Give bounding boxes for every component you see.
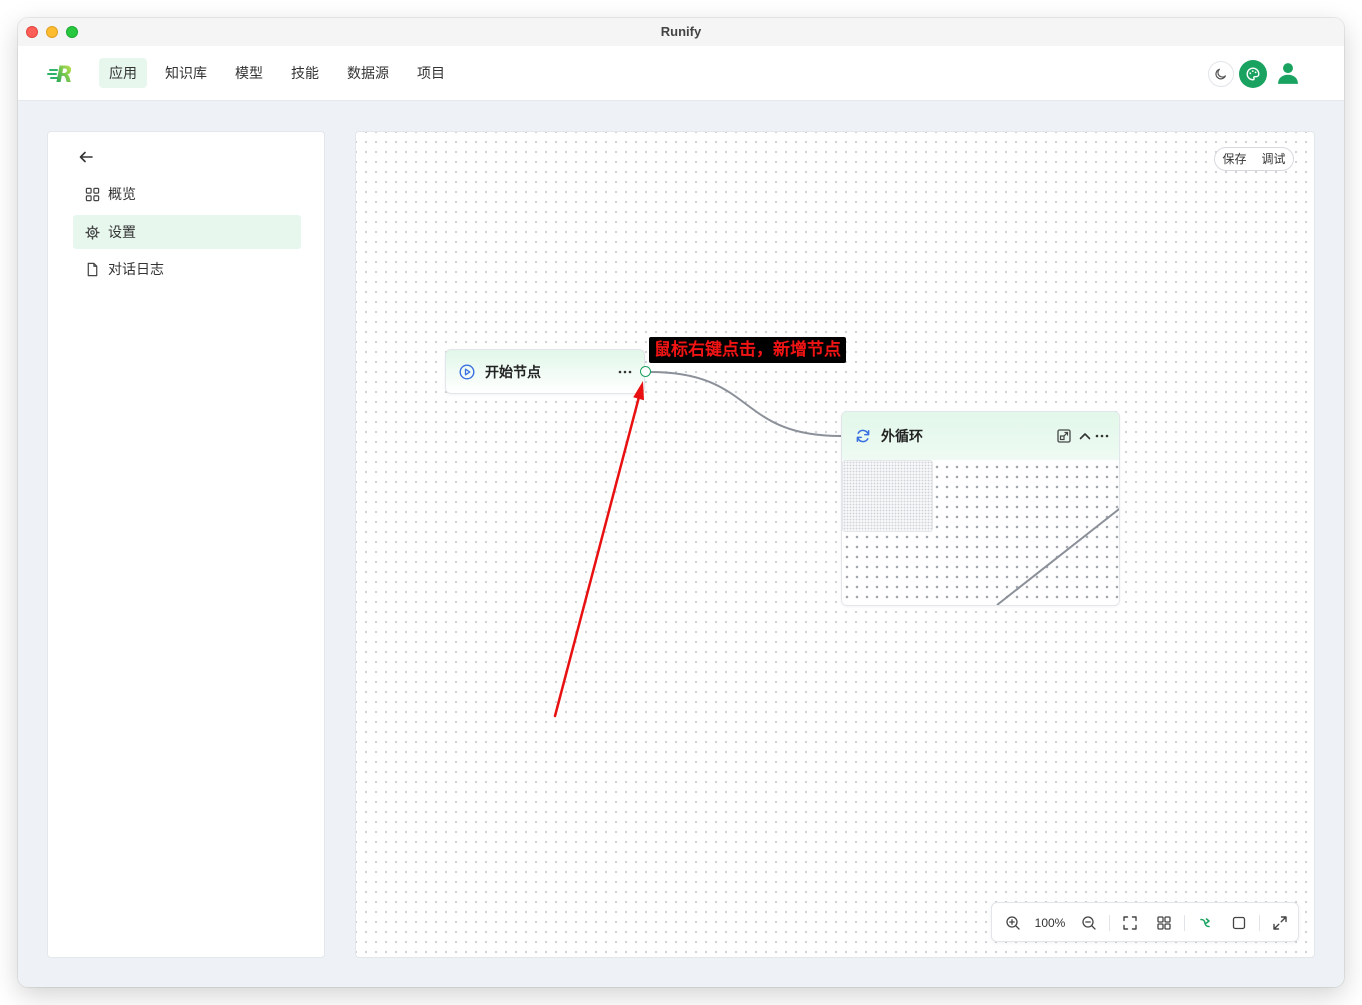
nav-item-knowledge-base[interactable]: 知识库 [155, 58, 217, 88]
arrow-left-icon [79, 151, 93, 163]
user-icon [1278, 63, 1298, 84]
sidebar-item-label: 设置 [108, 224, 136, 240]
loop-node-header[interactable]: 外循环 [842, 412, 1119, 460]
controls-divider [1259, 915, 1260, 931]
zoom-level: 100% [1034, 916, 1066, 930]
palette-icon [1246, 67, 1260, 81]
sidebar-item-settings[interactable]: 设置 [73, 215, 301, 249]
chevron-up-icon[interactable] [1077, 428, 1093, 444]
palette-button[interactable] [1239, 60, 1267, 88]
user-avatar-button[interactable] [1275, 60, 1301, 86]
sidebar-item-label: 概览 [108, 186, 136, 202]
controls-divider [1109, 915, 1110, 931]
debug-button[interactable]: 调试 [1254, 148, 1293, 170]
nav-item-projects[interactable]: 项目 [407, 58, 455, 88]
save-button[interactable]: 保存 [1215, 148, 1254, 170]
file-icon [87, 262, 98, 277]
back-button[interactable] [77, 148, 95, 166]
start-node-title: 开始节点 [485, 364, 541, 380]
canvas-controls: 100% [991, 902, 1299, 942]
start-node-output-handle[interactable] [640, 366, 651, 377]
zoom-in-icon[interactable] [1005, 915, 1021, 931]
title-bar: Runify [18, 18, 1344, 46]
canvas-actions: 保存 调试 [1214, 147, 1294, 171]
annotation-label: 鼠标右键点击，新增节点 [649, 337, 846, 363]
annotation-arrow [553, 381, 644, 718]
sidebar-item-overview[interactable]: 概览 [73, 177, 301, 211]
select-box-icon[interactable] [1231, 915, 1247, 931]
grid-view-icon[interactable] [1156, 915, 1172, 931]
loop-start-subnode[interactable] [842, 460, 933, 532]
logo-mark: R [47, 63, 73, 88]
sidebar-item-label: 对话日志 [108, 261, 164, 277]
window-title: Runify [660, 24, 702, 39]
expand-window-icon[interactable] [1056, 428, 1072, 444]
logo[interactable]: R [47, 60, 81, 88]
fit-view-icon[interactable] [1122, 915, 1138, 931]
theme-toggle-button[interactable] [1208, 61, 1234, 87]
sidebar-item-chat-logs[interactable]: 对话日志 [73, 252, 301, 286]
annotation-arrow-shaft [553, 397, 640, 718]
moon-icon [1215, 68, 1226, 80]
edge-start-to-loop[interactable] [649, 371, 842, 437]
start-node[interactable]: 开始节点 [445, 349, 651, 394]
edges-layer [649, 371, 842, 437]
workflow-canvas[interactable]: 保存 调试 开始节点 外循环 鼠标右键点击，新增节点 100% [355, 131, 1315, 958]
top-header: R 应用 知识库 模型 技能 数据源 项目 [18, 46, 1344, 101]
nav-item-models[interactable]: 模型 [225, 58, 273, 88]
app-sidebar: 概览 设置 对话日志 [47, 131, 325, 958]
loop-node[interactable]: 外循环 [841, 411, 1120, 606]
zoom-out-icon[interactable] [1081, 915, 1097, 931]
logo-letter: R [56, 63, 73, 88]
nav-item-data-sources[interactable]: 数据源 [337, 58, 399, 88]
refresh-icon [856, 429, 870, 443]
more-icon[interactable] [1094, 428, 1110, 444]
loop-node-body[interactable] [842, 460, 1119, 605]
gear-icon [85, 225, 100, 240]
more-icon[interactable] [617, 364, 633, 380]
loop-node-title: 外循环 [881, 428, 923, 444]
grid-icon [85, 187, 100, 202]
fullscreen-icon[interactable] [1272, 915, 1288, 931]
controls-divider [1184, 915, 1185, 931]
main-area: 概览 设置 对话日志 保存 调试 开始节点 外循环 鼠标右键点击，新增节点 10… [18, 101, 1344, 987]
nav-item-skills[interactable]: 技能 [281, 58, 329, 88]
main-nav: 应用 知识库 模型 技能 数据源 项目 [99, 58, 455, 88]
nav-item-apps[interactable]: 应用 [99, 58, 147, 88]
play-circle-icon [459, 364, 475, 380]
app-window: Runify R 应用 知识库 模型 技能 数据源 项目 概览 设置 对话日志 … [18, 18, 1344, 987]
auto-layout-icon[interactable] [1197, 915, 1213, 931]
